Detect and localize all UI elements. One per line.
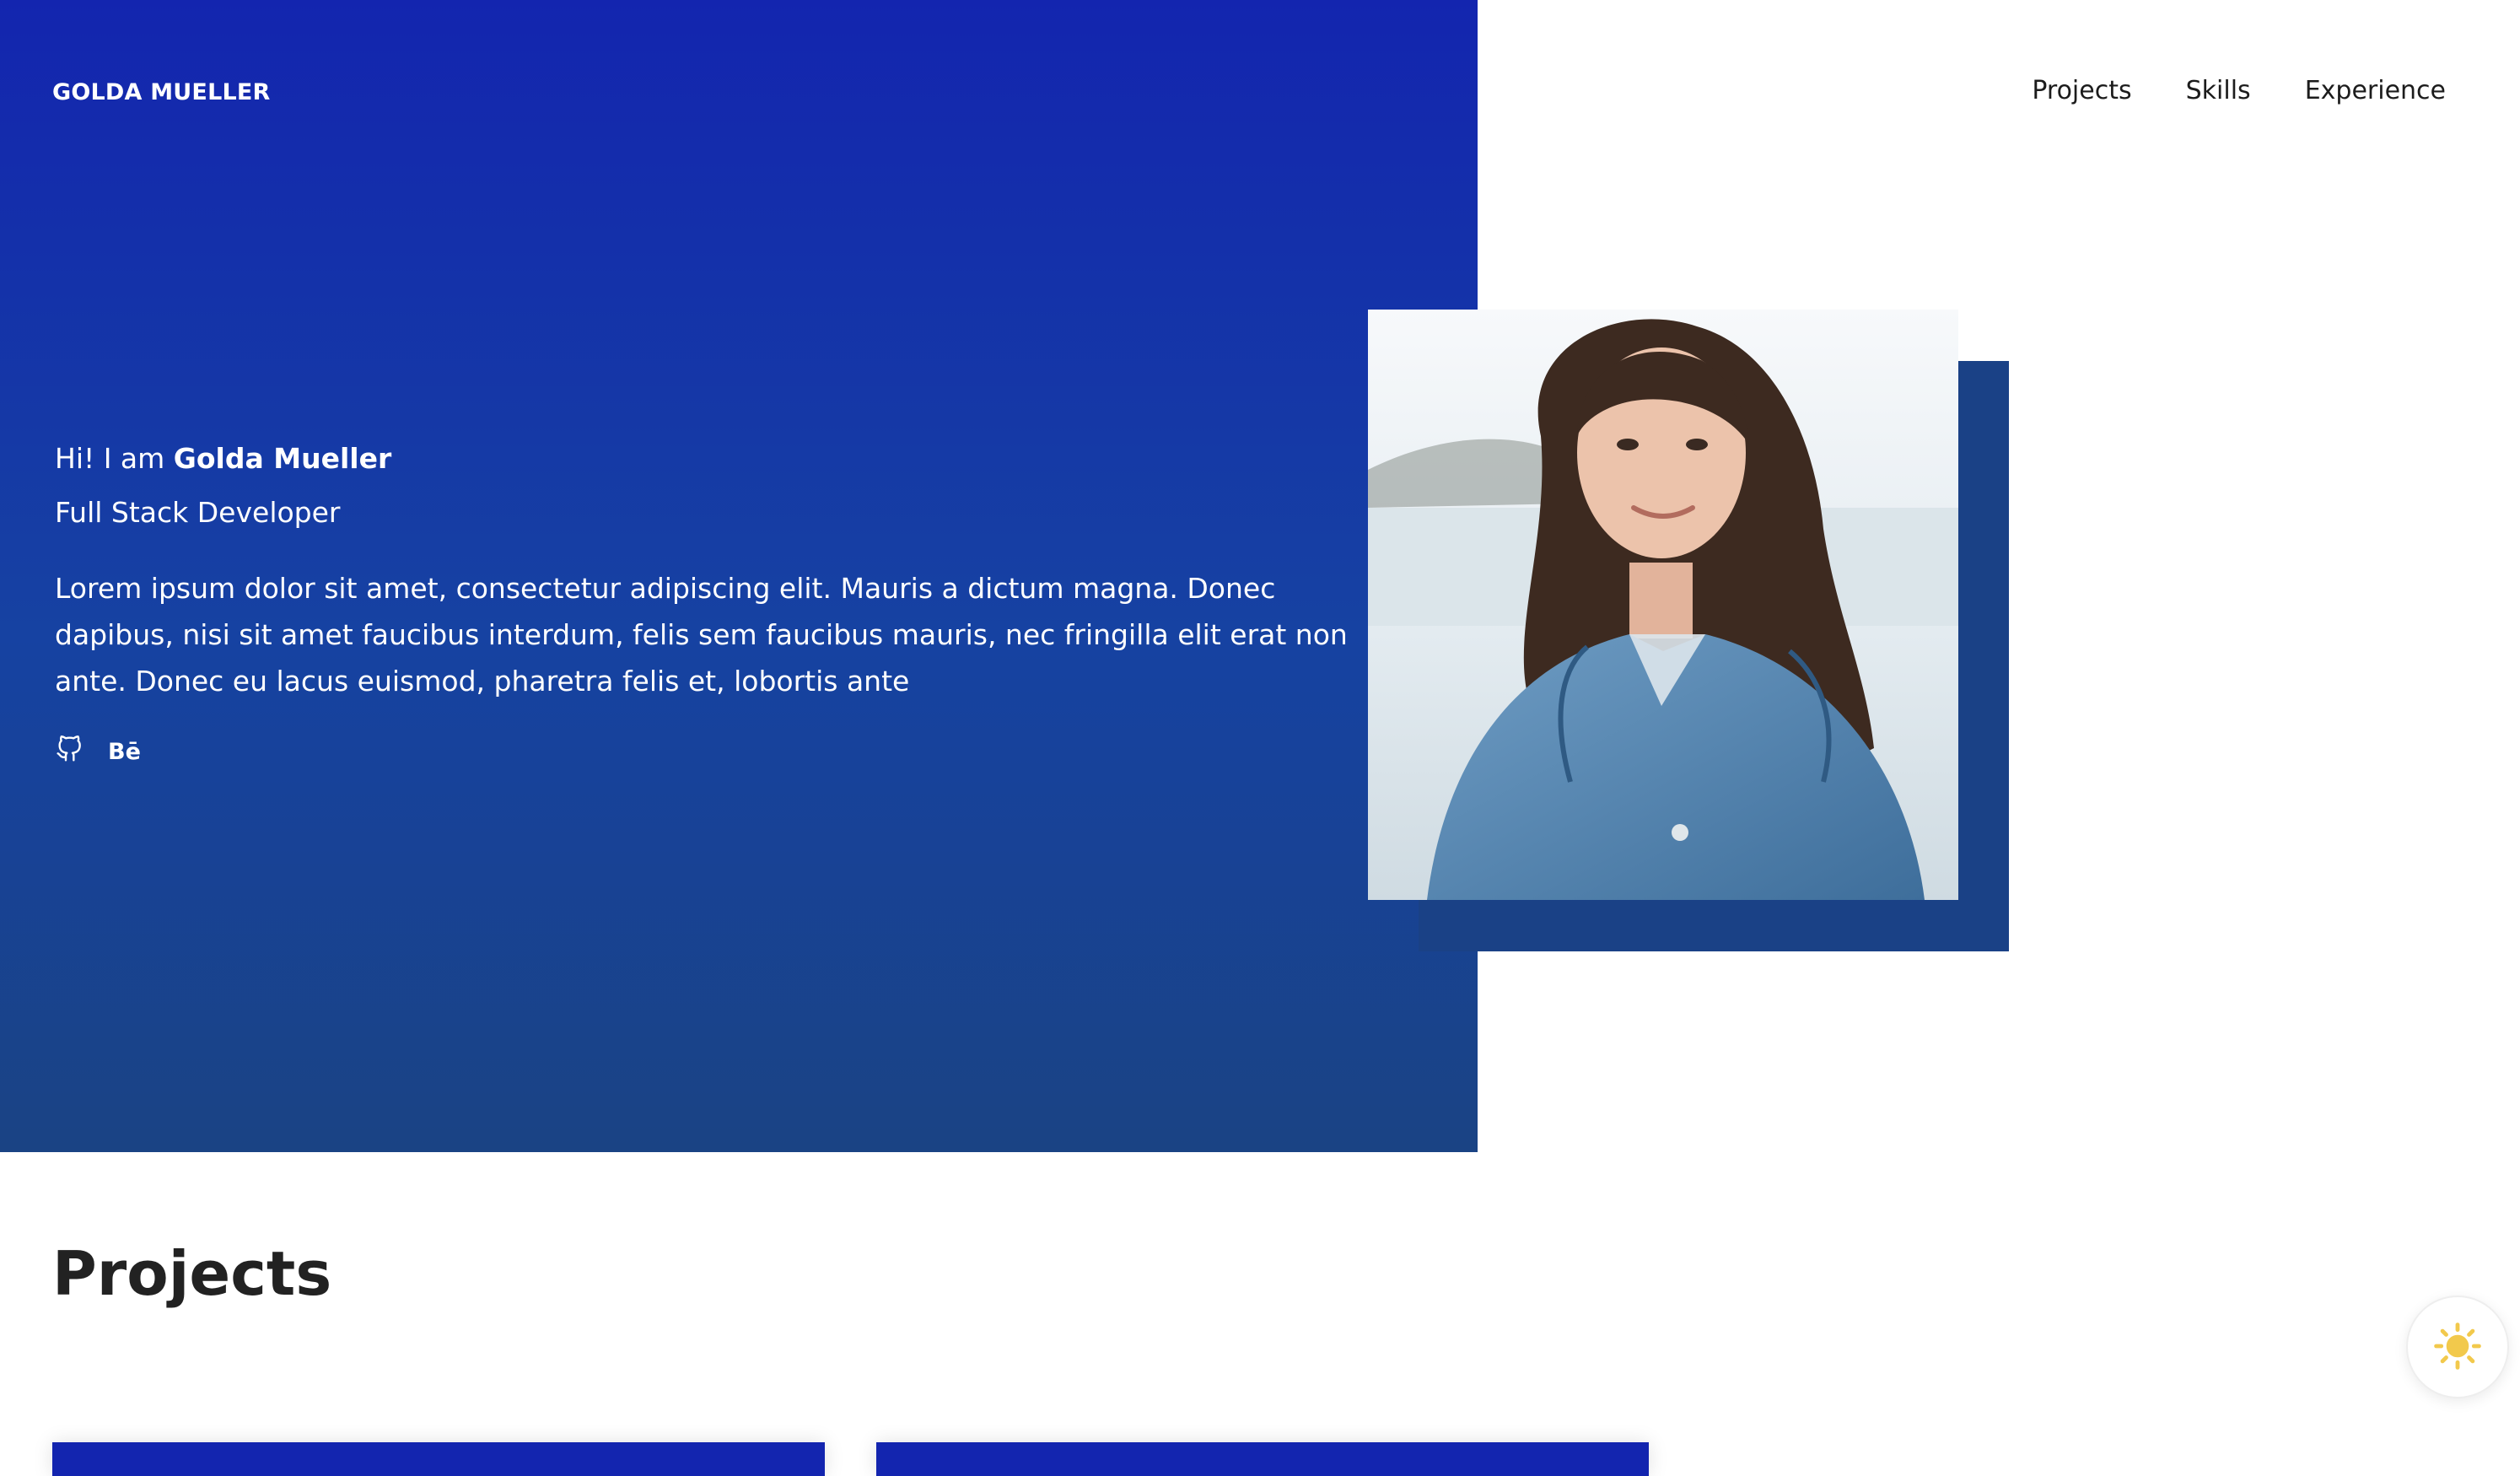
hero-greeting: Hi! I am Golda Mueller [55,442,391,475]
site-logo[interactable]: GOLDA MUELLER [52,79,271,105]
portrait-illustration [1368,310,1958,900]
project-card[interactable] [876,1442,1649,1476]
greeting-text: Hi! I am [55,442,174,475]
behance-link[interactable]: Bē [108,739,141,765]
nav-link-projects[interactable]: Projects [2032,76,2131,105]
nav-link-experience[interactable]: Experience [2305,76,2446,105]
social-links: Bē [56,735,141,768]
github-link[interactable] [56,735,83,768]
theme-toggle-button[interactable] [2406,1296,2509,1398]
hero-bio: Lorem ipsum dolor sit amet, consectetur … [55,572,1348,698]
profile-photo [1368,310,1958,900]
hero-role: Full Stack Developer [55,496,341,529]
main-nav: Projects Skills Experience [2032,76,2446,105]
sun-icon [2433,1322,2482,1373]
project-card[interactable] [52,1442,825,1476]
hero-name: Golda Mueller [173,442,392,475]
projects-heading: Projects [52,1238,332,1309]
github-icon [56,735,83,768]
behance-icon: Bē [108,739,141,765]
nav-link-skills[interactable]: Skills [2186,76,2251,105]
